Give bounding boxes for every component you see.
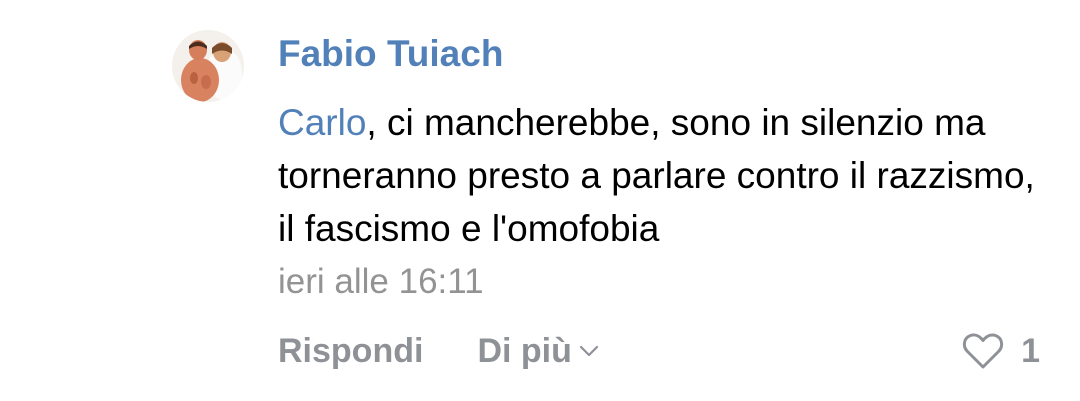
comment-author[interactable]: Fabio Tuiach xyxy=(278,33,503,75)
comment-actions: Rispondi Di più xyxy=(278,328,600,374)
mention-link[interactable]: Carlo xyxy=(278,102,366,143)
comment-text: Carlo, ci mancherebbe, sono in silenzio … xyxy=(278,96,1048,255)
heart-icon xyxy=(962,333,1004,369)
avatar[interactable] xyxy=(172,30,244,102)
more-button[interactable]: Di più xyxy=(477,332,599,371)
like-button[interactable]: 1 xyxy=(961,328,1040,374)
like-count: 1 xyxy=(1021,331,1040,370)
comment-timestamp: ieri alle 16:11 xyxy=(278,262,484,301)
comment-body: , ci mancherebbe, sono in silenzio ma to… xyxy=(278,102,1035,249)
avatar-photo xyxy=(172,30,244,102)
chevron-down-icon xyxy=(579,345,598,357)
more-label: Di più xyxy=(477,331,572,370)
reply-button[interactable]: Rispondi xyxy=(278,332,423,371)
